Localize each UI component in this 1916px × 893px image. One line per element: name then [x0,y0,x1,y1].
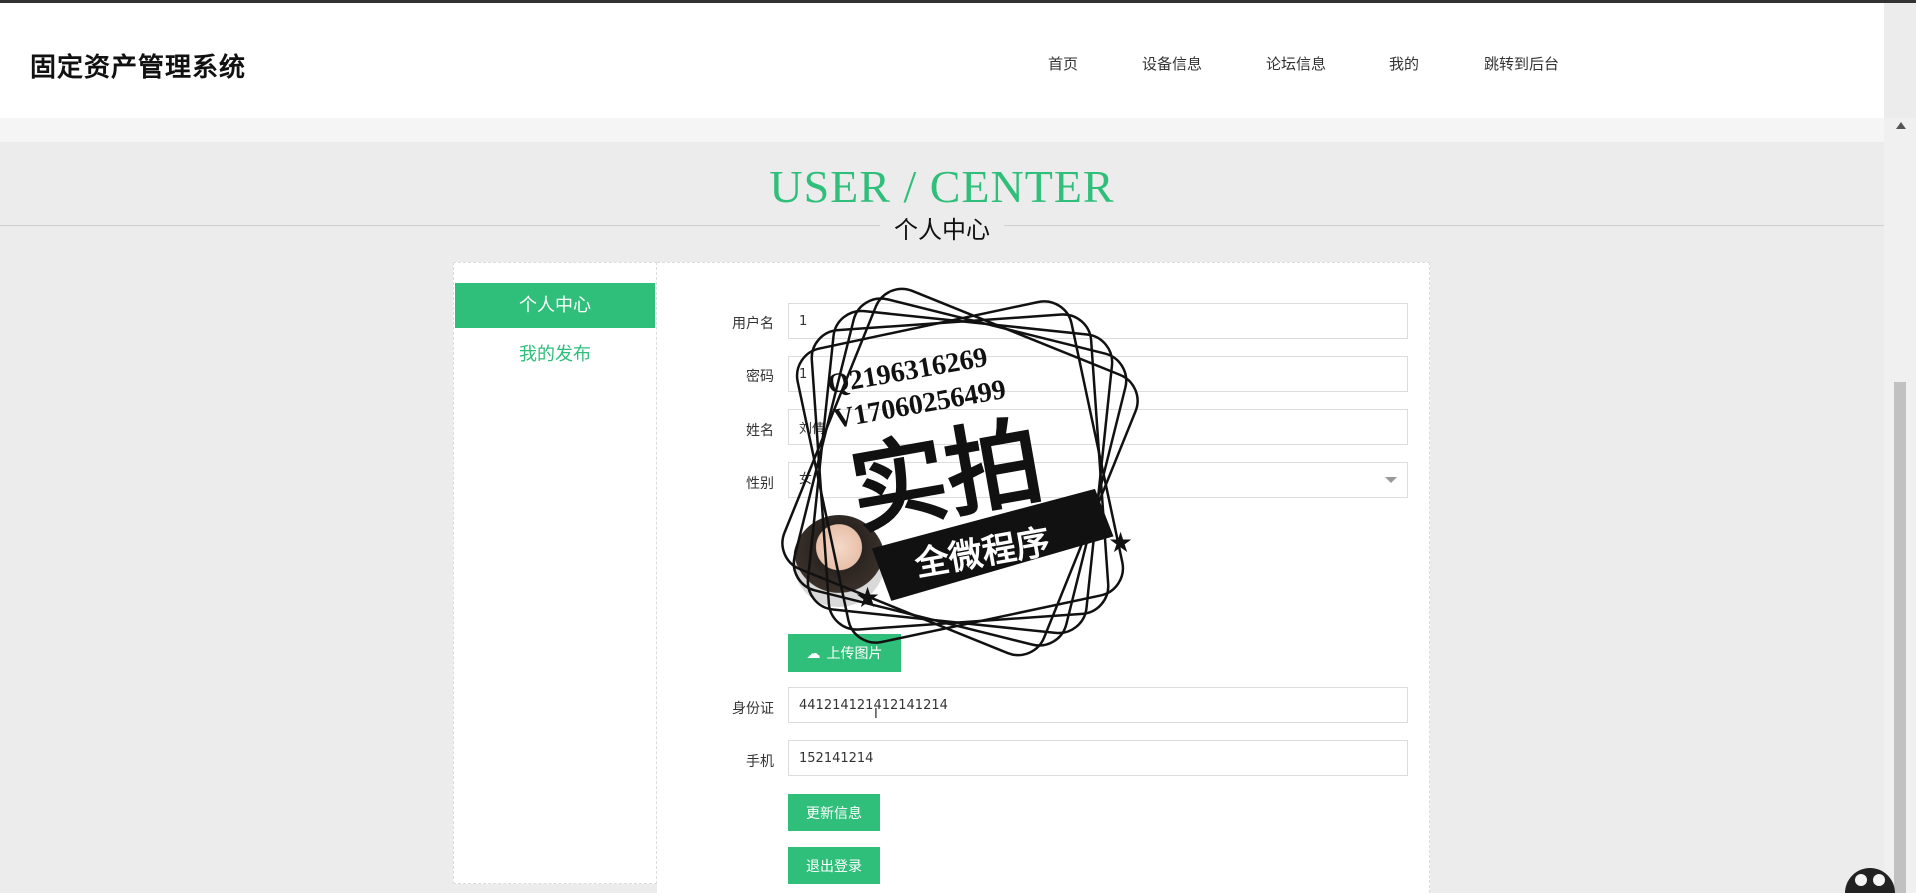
phone-input[interactable] [788,740,1408,776]
page-title-en: USER / CENTER [769,161,1115,212]
update-info-button[interactable]: 更新信息 [788,794,880,831]
chevron-down-icon[interactable] [1385,477,1397,483]
logout-button[interactable]: 退出登录 [788,847,880,884]
username-label: 用户名 [732,316,774,332]
avatar [793,515,885,607]
idcard-label: 身份证 [732,701,774,717]
site-header: 固定资产管理系统 首页 设备信息 论坛信息 我的 跳转到后台 [0,3,1884,118]
idcard-input[interactable] [788,687,1408,723]
gender-select-value: 女 [799,472,813,487]
page-title-zh: 个人中心 [880,210,1004,244]
phone-label: 手机 [746,754,774,770]
upload-icon: ☁ [806,644,821,661]
sidebar: 个人中心 我的发布 [453,262,657,884]
gender-select[interactable]: 女 [788,462,1408,498]
nav-item-equipment[interactable]: 设备信息 [1142,53,1202,74]
nav-item-admin[interactable]: 跳转到后台 [1484,53,1559,74]
header-divider-strip [0,118,1884,142]
gender-label: 性别 [746,476,774,492]
scrollbar-thumb[interactable] [1894,382,1906,893]
name-label: 姓名 [746,423,774,439]
text-cursor-icon: I [874,707,878,722]
nav-item-forum[interactable]: 论坛信息 [1266,53,1326,74]
top-nav: 首页 设备信息 论坛信息 我的 跳转到后台 [0,53,1884,77]
nav-item-home[interactable]: 首页 [1048,53,1078,74]
upload-image-button[interactable]: ☁ 上传图片 [788,634,901,672]
username-input[interactable] [788,303,1408,339]
sidebar-item-profile[interactable]: 个人中心 [455,283,655,328]
nav-item-mine[interactable]: 我的 [1389,53,1419,74]
name-input[interactable] [788,409,1408,445]
sidebar-item-my-posts[interactable]: 我的发布 [455,335,655,375]
password-label: 密码 [746,369,774,385]
password-input[interactable] [788,356,1408,392]
scroll-up-arrow-icon[interactable] [1896,122,1906,129]
upload-button-label: 上传图片 [826,645,883,661]
